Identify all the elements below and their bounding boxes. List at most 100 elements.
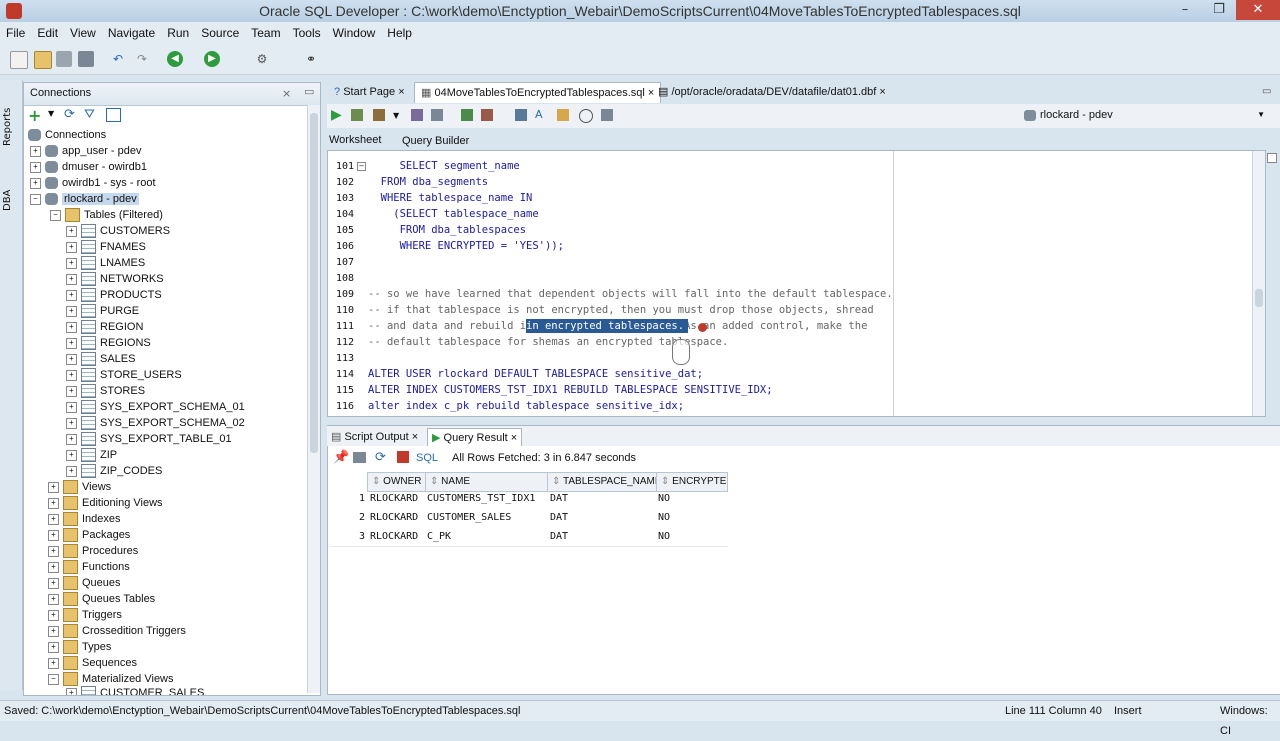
folder-item[interactable]: + Types <box>48 639 111 655</box>
expand-icon[interactable]: + <box>48 577 59 589</box>
filter-icon[interactable]: ⛛ <box>84 107 95 122</box>
table-item[interactable]: + ZIP_CODES <box>66 463 162 479</box>
expand-icon[interactable]: + <box>48 561 59 573</box>
tab-close-icon[interactable]: × <box>511 432 517 444</box>
expand-icon[interactable]: + <box>66 305 77 317</box>
tab-datafile[interactable]: ▤ /opt/oracle/oradata/DEV/datafile/dat01… <box>652 82 892 102</box>
table-item[interactable]: + SYS_EXPORT_TABLE_01 <box>66 431 232 447</box>
autotrace-icon[interactable] <box>373 109 385 121</box>
folder-item[interactable]: + Views <box>48 479 111 495</box>
dba-tab[interactable]: DBA <box>2 186 20 214</box>
cell-name[interactable]: CUSTOMERS_TST_IDX1 <box>427 490 535 508</box>
collapse-icon[interactable]: − <box>48 673 59 685</box>
table-item[interactable]: + PRODUCTS <box>66 287 162 303</box>
save-all-icon[interactable] <box>78 51 94 67</box>
expand-icon[interactable]: + <box>48 625 59 637</box>
open-folder-icon[interactable] <box>34 51 52 69</box>
table-item[interactable]: + SYS_EXPORT_SCHEMA_01 <box>66 399 245 415</box>
folder-item[interactable]: + Editioning Views <box>48 495 163 511</box>
expand-icon[interactable]: + <box>66 273 77 285</box>
cell-owner[interactable]: RLOCKARD <box>370 490 418 508</box>
redo-icon[interactable]: ↷ <box>134 51 150 67</box>
expand-icon[interactable]: + <box>30 161 41 173</box>
table-item[interactable]: + LNAMES <box>66 255 145 271</box>
tree-root[interactable]: Connections <box>28 127 106 143</box>
folder-item[interactable]: + Crossedition Triggers <box>48 623 186 639</box>
print-icon[interactable] <box>353 452 366 463</box>
cell-name[interactable]: C_PK <box>427 528 451 546</box>
expand-icon[interactable]: + <box>48 657 59 669</box>
column-header-name[interactable]: ⇕ NAME <box>425 472 549 492</box>
sql-label[interactable]: SQL <box>416 452 438 464</box>
folder-item[interactable]: + Queues Tables <box>48 591 155 607</box>
expand-icon[interactable]: + <box>66 321 77 333</box>
folder-item[interactable]: + Functions <box>48 559 130 575</box>
tab-query-result[interactable]: ▶ Query Result × <box>427 428 523 446</box>
collapse-icon[interactable]: − <box>30 193 41 205</box>
schema-browser-icon[interactable] <box>106 108 121 122</box>
table-item[interactable]: + SYS_EXPORT_SCHEMA_02 <box>66 415 245 431</box>
pin-icon[interactable]: 📌 <box>333 450 349 465</box>
expand-icon[interactable]: + <box>48 529 59 541</box>
expand-icon[interactable]: + <box>66 385 77 397</box>
column-header-encrypted[interactable]: ⇕ ENCRYPTED <box>656 472 728 492</box>
expand-icon[interactable]: + <box>66 353 77 365</box>
collapse-icon[interactable]: − <box>50 209 61 221</box>
explain-plan-icon[interactable] <box>411 109 423 121</box>
connection-item[interactable]: + app_user - pdev <box>30 143 142 159</box>
tab-sql-file[interactable]: ▦ 04MoveTablesToEncryptedTablespaces.sql… <box>414 82 662 103</box>
editor-scroll-thumb[interactable] <box>1255 289 1263 307</box>
minimize-panel-icon[interactable]: ▭ <box>304 85 314 98</box>
unshared-icon[interactable] <box>601 109 613 121</box>
expand-icon[interactable]: + <box>48 481 59 493</box>
expand-icon[interactable]: + <box>48 513 59 525</box>
column-header-owner[interactable]: ⇕ OWNER <box>367 472 429 492</box>
code-editor[interactable]: − 101 102 103 104 105 106 107 108 109 11… <box>327 150 1266 417</box>
tree-scrollbar[interactable] <box>307 105 320 693</box>
expand-icon[interactable]: + <box>66 449 77 461</box>
expand-icon[interactable]: + <box>66 289 77 301</box>
undo-icon[interactable]: ↶ <box>110 51 126 67</box>
add-connection-icon[interactable]: + <box>28 106 41 125</box>
fold-marker[interactable]: − <box>357 162 366 171</box>
expand-icon[interactable]: + <box>66 241 77 253</box>
restore-editor-icon[interactable]: ▭ <box>1262 86 1271 97</box>
cell-name[interactable]: CUSTOMER_SALES <box>427 509 511 527</box>
tuning-icon[interactable] <box>431 109 443 121</box>
menu-navigate[interactable]: Navigate <box>102 22 161 40</box>
clear-icon[interactable] <box>515 109 527 121</box>
table-item[interactable]: + NETWORKS <box>66 271 164 287</box>
expand-icon[interactable]: + <box>48 497 59 509</box>
dropdown-icon[interactable]: ▼ <box>393 111 399 120</box>
menu-source[interactable]: Source <box>195 22 245 40</box>
rollback-icon[interactable] <box>481 109 493 121</box>
expand-icon[interactable]: + <box>30 177 41 189</box>
connection-item-selected[interactable]: − rlockard - pdev <box>30 191 139 207</box>
eraser-icon[interactable] <box>557 109 569 121</box>
expand-icon[interactable]: + <box>66 433 77 445</box>
maximize-button[interactable]: ❐ <box>1202 0 1236 20</box>
cell-tablespace[interactable]: DAT <box>550 490 568 508</box>
expand-icon[interactable]: + <box>48 545 59 557</box>
new-file-icon[interactable] <box>10 51 28 69</box>
expand-icon[interactable]: + <box>66 257 77 269</box>
commit-icon[interactable] <box>461 109 473 121</box>
expand-icon[interactable]: + <box>66 369 77 381</box>
folder-item[interactable]: + Packages <box>48 527 130 543</box>
expand-icon[interactable]: + <box>66 337 77 349</box>
expand-icon[interactable]: + <box>66 401 77 413</box>
cancel-query-icon[interactable] <box>397 451 409 463</box>
menu-team[interactable]: Team <box>245 22 286 40</box>
run-script-icon[interactable] <box>351 109 363 121</box>
debug-icon[interactable]: ⚙ <box>254 51 270 67</box>
format-icon[interactable]: A <box>535 108 543 121</box>
reports-tab[interactable]: Reports <box>2 102 20 152</box>
cell-owner[interactable]: RLOCKARD <box>370 509 418 527</box>
tab-close-icon[interactable]: × <box>412 431 418 443</box>
table-item[interactable]: + FNAMES <box>66 239 146 255</box>
binoculars-icon[interactable]: ⚭ <box>303 51 319 67</box>
menu-run[interactable]: Run <box>161 22 195 40</box>
table-item[interactable]: + REGION <box>66 319 143 335</box>
expand-icon[interactable]: + <box>66 417 77 429</box>
connection-item[interactable]: + dmuser - owirdb1 <box>30 159 147 175</box>
